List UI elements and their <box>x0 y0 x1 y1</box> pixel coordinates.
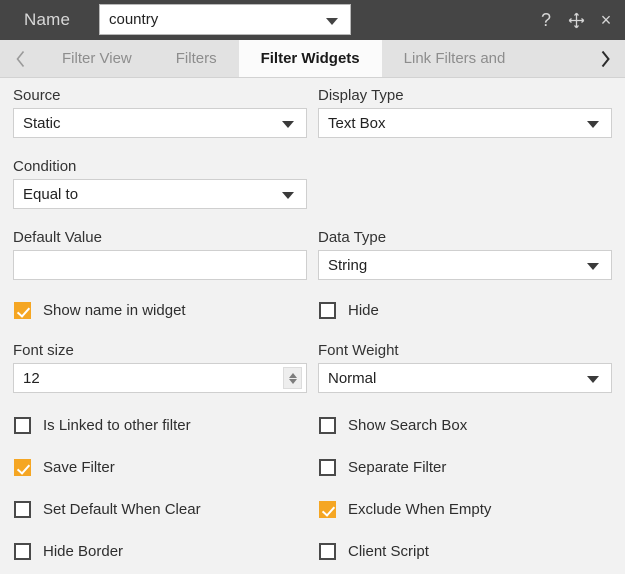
name-label: Name <box>24 10 71 29</box>
checkbox-show-name-in-widget[interactable]: Show name in widget <box>14 302 186 319</box>
data-type-label: Data Type <box>318 229 387 246</box>
checkbox-label: Exclude When Empty <box>348 501 492 518</box>
font-size-value: 12 <box>23 369 40 387</box>
help-icon[interactable]: ? <box>537 11 555 29</box>
checkbox-save-filter[interactable]: Save Filter <box>14 459 115 476</box>
chevron-down-icon <box>587 376 599 383</box>
display-type-label: Display Type <box>318 87 404 104</box>
display-type-dropdown[interactable]: Text Box <box>318 108 612 138</box>
condition-dropdown[interactable]: Equal to <box>13 179 307 209</box>
checkbox-hide[interactable]: Hide <box>319 302 379 319</box>
checkbox-indicator[interactable] <box>319 543 336 560</box>
checkbox-label: Separate Filter <box>348 459 447 476</box>
data-type-dropdown[interactable]: String <box>318 250 612 280</box>
checkbox-show-search-box[interactable]: Show Search Box <box>319 417 467 434</box>
checkbox-set-default-when-clear[interactable]: Set Default When Clear <box>14 501 201 518</box>
chevron-down-icon <box>326 17 338 25</box>
filter-name-dropdown[interactable]: country <box>99 4 351 35</box>
checkbox-indicator[interactable] <box>319 501 336 518</box>
checkbox-client-script[interactable]: Client Script <box>319 543 429 560</box>
font-weight-label: Font Weight <box>318 342 399 359</box>
checkbox-hide-border[interactable]: Hide Border <box>14 543 123 560</box>
checkbox-indicator[interactable] <box>14 543 31 560</box>
default-value-label: Default Value <box>13 229 102 246</box>
tab-filter-view[interactable]: Filter View <box>40 40 154 77</box>
data-type-value: String <box>328 256 368 274</box>
display-type-value: Text Box <box>328 114 386 132</box>
checkbox-label: Hide Border <box>43 543 124 560</box>
checkbox-separate-filter[interactable]: Separate Filter <box>319 459 446 476</box>
tab-filters[interactable]: Filters <box>153 40 239 77</box>
tab-bar: Filter View Filters Filter Widgets Link … <box>0 40 625 78</box>
window-title-bar: Name country ? × <box>0 0 625 40</box>
checkbox-label: Client Script <box>348 543 429 560</box>
tab-link-filters-and[interactable]: Link Filters and <box>381 40 528 77</box>
checkbox-indicator[interactable] <box>14 501 31 518</box>
source-label: Source <box>13 87 61 104</box>
condition-value: Equal to <box>23 185 79 203</box>
condition-label: Condition <box>13 158 77 175</box>
checkbox-is-linked-to-other-filter[interactable]: Is Linked to other filter <box>14 417 191 434</box>
font-size-stepper[interactable]: 12 <box>13 363 307 393</box>
checkbox-label: Set Default When Clear <box>43 501 201 518</box>
checkbox-indicator[interactable] <box>14 302 31 319</box>
tab-filter-widgets[interactable]: Filter Widgets <box>238 40 382 77</box>
tab-label: Filters <box>175 50 217 67</box>
checkbox-indicator[interactable] <box>319 417 336 434</box>
checkbox-label: Save Filter <box>43 459 115 476</box>
tab-scroll-left-icon[interactable] <box>0 40 40 77</box>
checkbox-label: Show name in widget <box>43 302 186 319</box>
source-dropdown[interactable]: Static <box>13 108 307 138</box>
source-value: Static <box>23 114 61 132</box>
window-controls: ? × <box>537 0 615 40</box>
filter-widgets-form: Source Static Display Type Text Box Cond… <box>0 78 625 574</box>
checkbox-indicator[interactable] <box>319 302 336 319</box>
default-value-input[interactable] <box>13 250 307 280</box>
tabs-strip: Filter View Filters Filter Widgets Link … <box>40 40 585 77</box>
checkbox-exclude-when-empty[interactable]: Exclude When Empty <box>319 501 491 518</box>
checkbox-indicator[interactable] <box>14 459 31 476</box>
checkbox-indicator[interactable] <box>319 459 336 476</box>
chevron-down-icon <box>587 121 599 128</box>
tab-label: Filter View <box>62 50 132 67</box>
spinner-up-down-icon[interactable] <box>283 367 302 389</box>
chevron-down-icon <box>282 121 294 128</box>
tab-label: Filter Widgets <box>260 50 360 67</box>
checkbox-label: Is Linked to other filter <box>43 417 191 434</box>
chevron-down-icon <box>282 192 294 199</box>
chevron-down-icon <box>587 263 599 270</box>
font-weight-value: Normal <box>328 369 377 387</box>
checkbox-label: Hide <box>348 302 379 319</box>
font-weight-dropdown[interactable]: Normal <box>318 363 612 393</box>
checkbox-indicator[interactable] <box>14 417 31 434</box>
close-icon[interactable]: × <box>597 11 615 29</box>
move-icon[interactable] <box>567 11 585 29</box>
font-size-label: Font size <box>13 342 74 359</box>
checkbox-label: Show Search Box <box>348 417 468 434</box>
filter-name-value: country <box>109 11 159 28</box>
tab-label: Link Filters and <box>403 50 506 67</box>
tab-scroll-right-icon[interactable] <box>585 40 625 77</box>
